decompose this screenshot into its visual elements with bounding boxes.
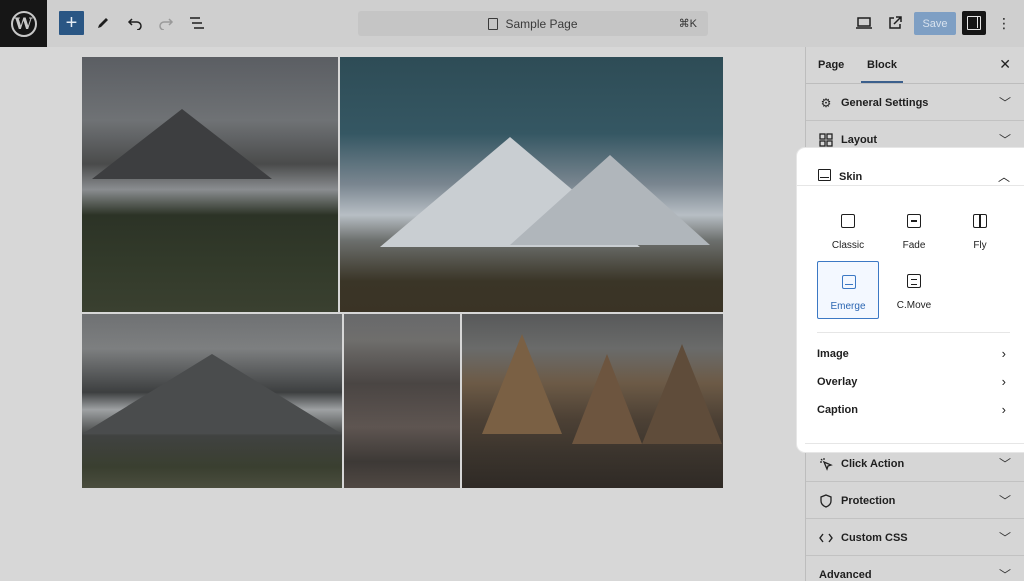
cursor-click-icon xyxy=(819,457,833,471)
desktop-icon xyxy=(856,17,872,29)
chevron-down-icon: ﹀ xyxy=(998,96,1011,110)
chevron-right-icon: › xyxy=(1001,402,1006,417)
external-link-icon xyxy=(889,16,902,29)
preview-desktop-button[interactable] xyxy=(854,11,874,35)
more-options-button[interactable]: ⋮ xyxy=(996,11,1012,35)
chevron-down-icon: ﹀ xyxy=(998,531,1011,545)
command-palette-bar[interactable]: Sample Page ⌘K xyxy=(358,11,708,36)
editor-top-bar: W + Sample Page ⌘K Save ⋮ xyxy=(0,0,1024,47)
pencil-icon xyxy=(98,18,108,28)
sidebar-icon xyxy=(967,16,981,30)
wordpress-logo-button[interactable]: W xyxy=(0,0,47,47)
classic-skin-icon xyxy=(841,214,855,228)
close-icon[interactable]: ✕ xyxy=(999,56,1011,73)
skin-option-fly[interactable]: Fly xyxy=(949,201,1011,259)
document-overview-button[interactable] xyxy=(187,11,207,35)
gallery-image-4[interactable] xyxy=(344,314,460,488)
skin-option-classic[interactable]: Classic xyxy=(817,201,879,259)
skin-option-fade[interactable]: Fade xyxy=(883,201,945,259)
undo-icon xyxy=(127,18,142,30)
cmove-skin-icon xyxy=(907,274,921,288)
tab-page[interactable]: Page xyxy=(818,59,844,71)
divider xyxy=(817,332,1010,333)
wordpress-logo-icon: W xyxy=(10,10,37,37)
panel-advanced[interactable]: Advanced ﹀ xyxy=(806,556,1024,581)
chevron-down-icon: ﹀ xyxy=(998,494,1011,508)
skin-panel-header[interactable]: Skin ︿ xyxy=(797,148,1024,186)
panel-custom-css[interactable]: Custom CSS ﹀ xyxy=(806,519,1024,556)
code-icon xyxy=(819,531,833,545)
vertical-ellipsis-icon: ⋮ xyxy=(997,15,1011,31)
emerge-skin-icon xyxy=(842,275,856,289)
skin-panel: Skin ︿ Classic Fade Fly Emerge C.Move Im… xyxy=(797,148,1024,452)
shield-icon xyxy=(819,494,833,508)
skin-icon xyxy=(818,169,831,181)
gear-icon: ⚙ xyxy=(820,96,832,110)
chevron-right-icon: › xyxy=(1001,346,1006,361)
settings-toggle-button[interactable] xyxy=(962,11,986,35)
gallery-image-5[interactable] xyxy=(462,314,723,488)
fade-skin-icon xyxy=(907,214,921,228)
undo-button[interactable] xyxy=(125,11,145,35)
skin-panel-title: Skin xyxy=(839,171,863,183)
page-document-icon xyxy=(488,18,499,30)
sidebar-tabs: Page Block ✕ xyxy=(806,47,1024,84)
redo-icon xyxy=(159,18,174,30)
layout-grid-icon xyxy=(819,133,833,147)
panel-protection[interactable]: Protection ﹀ xyxy=(806,482,1024,519)
view-page-button[interactable] xyxy=(885,11,905,35)
chevron-down-icon: ﹀ xyxy=(998,568,1011,581)
chevron-down-icon: ﹀ xyxy=(998,133,1011,147)
chevron-up-icon: ︿ xyxy=(997,170,1010,184)
command-title: Sample Page xyxy=(505,17,578,31)
pencil-tool-button[interactable] xyxy=(93,11,113,35)
subsection-caption[interactable]: Caption › xyxy=(817,401,1010,421)
gallery-image-1[interactable] xyxy=(82,57,338,312)
fly-skin-icon xyxy=(973,214,987,228)
gallery-image-2[interactable] xyxy=(340,57,723,312)
gallery-image-3[interactable] xyxy=(82,314,342,488)
skin-option-cmove[interactable]: C.Move xyxy=(883,261,945,319)
divider xyxy=(805,443,1024,444)
list-view-icon xyxy=(190,17,204,29)
chevron-down-icon: ﹀ xyxy=(998,457,1011,471)
subsection-image[interactable]: Image › xyxy=(817,345,1010,365)
redo-button[interactable] xyxy=(156,11,176,35)
skin-option-emerge[interactable]: Emerge xyxy=(817,261,879,319)
panel-general-settings[interactable]: ⚙ General Settings ﹀ xyxy=(806,84,1024,121)
chevron-right-icon: › xyxy=(1001,374,1006,389)
add-block-button[interactable]: + xyxy=(59,11,84,35)
subsection-overlay[interactable]: Overlay › xyxy=(817,373,1010,393)
plus-icon: + xyxy=(65,12,78,34)
save-button[interactable]: Save xyxy=(914,12,956,35)
tab-block[interactable]: Block xyxy=(861,59,903,83)
command-shortcut: ⌘K xyxy=(678,18,697,30)
